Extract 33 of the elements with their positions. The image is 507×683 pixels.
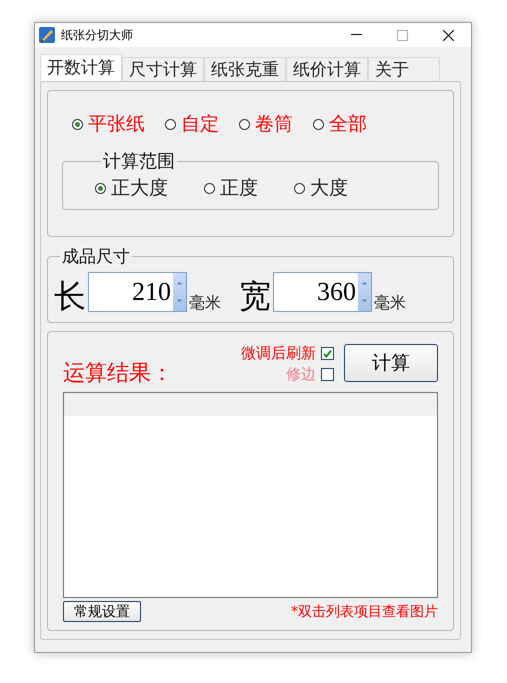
tab[interactable]: 关于 <box>368 57 440 81</box>
tab[interactable]: 开数计算 <box>40 54 122 81</box>
radio-dot[interactable] <box>313 118 324 130</box>
radio-button[interactable]: 全部 <box>313 111 367 137</box>
radio-button[interactable]: 平张纸 <box>72 111 145 137</box>
radio-button[interactable]: 正大度 <box>95 175 168 201</box>
tab[interactable]: 尺寸计算 <box>122 57 204 81</box>
radio-button[interactable]: 正度 <box>204 175 258 201</box>
result-title: 运算结果： <box>63 360 174 388</box>
calculate-button[interactable]: 计算 <box>344 344 438 382</box>
check-icon <box>323 349 332 358</box>
radio-button[interactable]: 卷筒 <box>239 111 293 137</box>
window-title: 纸张分切大师 <box>61 26 134 44</box>
group-title: 计算范围 <box>102 150 176 173</box>
tab[interactable]: 纸价计算 <box>286 57 368 81</box>
radio-dot[interactable] <box>294 182 305 194</box>
checkbox[interactable]: 微调后刷新 <box>241 344 334 363</box>
radio-dot[interactable] <box>239 118 250 130</box>
field-label: 宽 <box>239 278 271 314</box>
unit-label: 毫米 <box>374 293 406 314</box>
settings-button[interactable]: 常规设置 <box>63 601 141 622</box>
radio-dot[interactable] <box>72 118 83 130</box>
unit-label: 毫米 <box>189 293 221 314</box>
group-title: 成品尺寸 <box>61 246 131 268</box>
radio-dot[interactable] <box>165 118 176 130</box>
field-label: 长 <box>54 278 86 314</box>
pen-icon <box>39 27 55 43</box>
radio-dot[interactable] <box>95 182 106 194</box>
radio-dot[interactable] <box>204 182 215 194</box>
tab[interactable]: 纸张克重 <box>204 57 286 81</box>
radio-button[interactable]: 大度 <box>294 175 348 201</box>
hint-text: *双击列表项目查看图片 <box>291 602 438 620</box>
radio-button[interactable]: 自定 <box>165 111 219 137</box>
